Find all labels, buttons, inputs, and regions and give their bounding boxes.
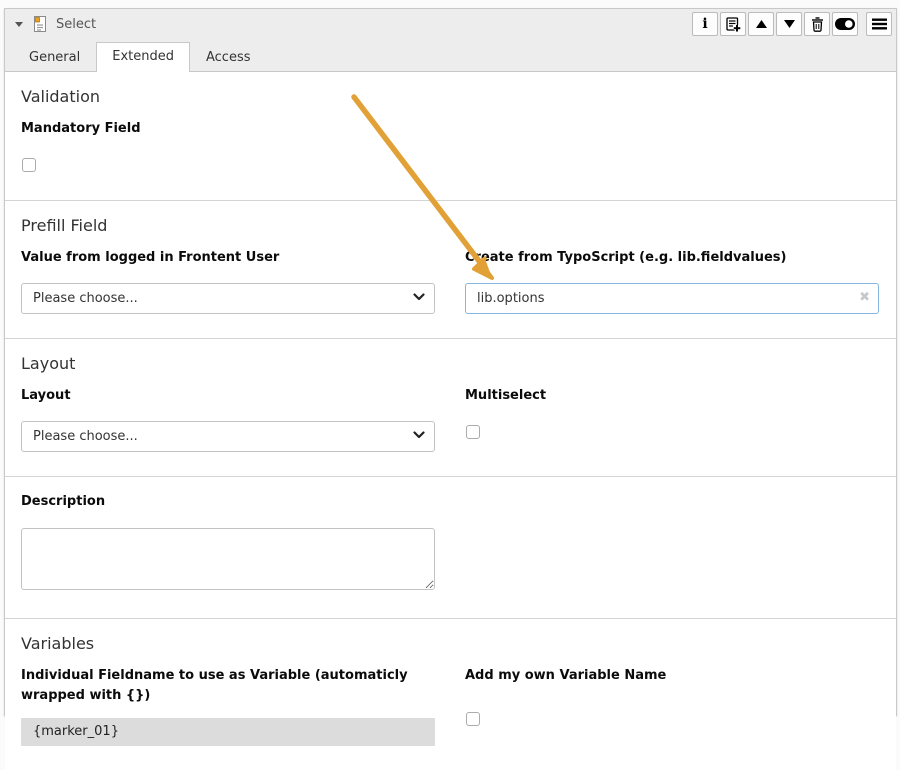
- tab-content-extended: Validation Mandatory Field Prefill Field…: [5, 72, 896, 770]
- drag-handle-icon: [872, 18, 887, 30]
- add-record-button[interactable]: [720, 12, 746, 36]
- section-description: Description: [5, 477, 896, 618]
- section-layout: Layout Layout Please choose... Multisele…: [5, 339, 896, 477]
- description-label: Description: [21, 492, 880, 512]
- delete-button[interactable]: [804, 12, 830, 36]
- move-down-icon: [784, 20, 795, 28]
- frontend-user-label: Value from logged in Frontent User: [21, 248, 435, 268]
- tab-bar: General Extended Access: [5, 39, 896, 72]
- move-down-button[interactable]: [776, 12, 802, 36]
- move-up-button[interactable]: [748, 12, 774, 36]
- info-icon: i: [702, 17, 707, 31]
- section-heading: Validation: [21, 87, 880, 106]
- layout-label: Layout: [21, 386, 435, 406]
- field-header: Select i: [5, 9, 896, 39]
- visibility-toggle-icon: [835, 18, 855, 30]
- tab-general[interactable]: General: [13, 43, 96, 72]
- trash-icon: [811, 17, 824, 32]
- mandatory-field-checkbox[interactable]: [22, 158, 36, 172]
- section-heading: Prefill Field: [21, 216, 880, 235]
- layout-select[interactable]: Please choose...: [21, 421, 435, 452]
- variable-fieldname-value: {marker_01}: [21, 718, 435, 746]
- variable-fieldname-label: Individual Fieldname to use as Variable …: [21, 666, 435, 706]
- mandatory-field-label: Mandatory Field: [21, 119, 880, 139]
- section-heading: Layout: [21, 354, 880, 373]
- field-title: Select: [56, 17, 96, 32]
- section-variables: Variables Individual Fieldname to use as…: [5, 619, 896, 770]
- section-validation: Validation Mandatory Field: [5, 72, 896, 201]
- form-field-icon: [32, 15, 48, 33]
- field-editor-panel: Select i: [4, 8, 897, 716]
- own-variable-label: Add my own Variable Name: [465, 666, 879, 686]
- typoscript-label: Create from TypoScript (e.g. lib.fieldva…: [465, 248, 879, 268]
- add-record-icon: [726, 17, 741, 32]
- frontend-user-select[interactable]: Please choose...: [21, 283, 435, 314]
- multiselect-checkbox[interactable]: [466, 425, 480, 439]
- tab-extended[interactable]: Extended: [96, 42, 190, 72]
- move-up-icon: [756, 20, 767, 28]
- multiselect-label: Multiselect: [465, 386, 879, 406]
- typoscript-input[interactable]: [465, 283, 879, 314]
- section-heading: Variables: [21, 634, 880, 653]
- drag-handle-button[interactable]: [866, 12, 892, 36]
- description-textarea[interactable]: [21, 528, 435, 590]
- info-button[interactable]: i: [692, 12, 718, 36]
- tab-access[interactable]: Access: [190, 43, 267, 72]
- section-prefill: Prefill Field Value from logged in Front…: [5, 201, 896, 339]
- visibility-toggle-button[interactable]: [832, 12, 858, 36]
- clear-input-icon[interactable]: ✖: [859, 291, 870, 304]
- field-toolbar: i: [692, 12, 892, 36]
- collapse-caret-icon[interactable]: [15, 22, 23, 27]
